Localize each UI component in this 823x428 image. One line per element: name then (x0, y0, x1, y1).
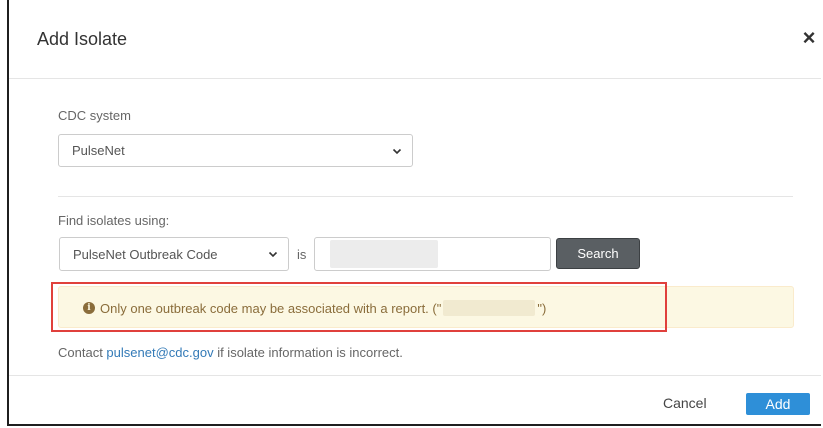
dialog-header: Add Isolate × (9, 0, 821, 79)
cdc-system-label: CDC system (58, 108, 131, 123)
close-icon[interactable]: × (799, 27, 819, 49)
find-field-select[interactable]: PulseNet Outbreak Code (59, 237, 289, 271)
operator-label: is (297, 247, 307, 262)
section-divider (58, 196, 793, 197)
footer-divider (9, 375, 821, 376)
outbreak-code-input[interactable] (314, 237, 551, 271)
chevron-down-icon (392, 148, 402, 154)
chevron-down-icon (268, 251, 278, 258)
add-isolate-dialog: Add Isolate × CDC system PulseNet Find i… (7, 0, 821, 426)
cdc-system-value: PulseNet (72, 143, 125, 158)
info-circle-icon: i (83, 302, 95, 314)
contact-prefix: Contact (58, 345, 107, 360)
contact-line: Contact pulsenet@cdc.gov if isolate info… (58, 345, 403, 360)
add-button[interactable]: Add (746, 393, 810, 415)
cancel-button[interactable]: Cancel (663, 395, 707, 411)
redacted-value (330, 240, 438, 268)
cdc-system-select[interactable]: PulseNet (58, 134, 413, 167)
find-isolates-label: Find isolates using: (58, 213, 170, 228)
contact-email-link[interactable]: pulsenet@cdc.gov (106, 345, 213, 360)
redacted-code (443, 300, 536, 316)
warning-text-after: ") (537, 300, 547, 316)
warning-text-before: Only one outbreak code may be associated… (100, 300, 442, 316)
dialog-title: Add Isolate (37, 29, 128, 49)
search-button[interactable]: Search (556, 238, 640, 269)
contact-suffix: if isolate information is incorrect. (213, 345, 403, 360)
warning-message: i Only one outbreak code may be associat… (83, 300, 546, 316)
find-field-value: PulseNet Outbreak Code (73, 246, 218, 262)
